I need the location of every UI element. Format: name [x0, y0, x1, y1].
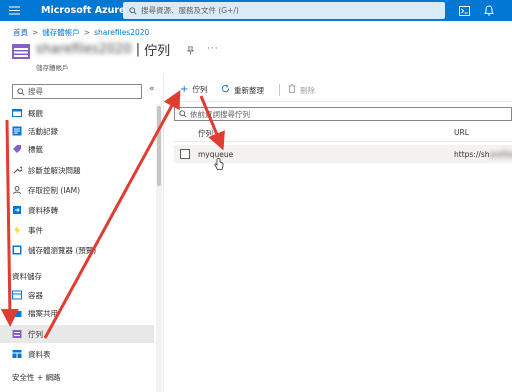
global-search-placeholder: 搜尋資源、服務及文件 (G+/) — [141, 6, 239, 15]
brand-title[interactable]: Microsoft Azure — [41, 5, 126, 16]
sidebar-search-placeholder: 搜尋 — [28, 87, 43, 96]
sidebar-item-iam[interactable]: 存取控制 (IAM) — [0, 181, 154, 199]
section-data-storage: 資料儲存 — [12, 272, 42, 281]
queue-filter-placeholder: 依前置詞搜尋佇列 — [190, 109, 250, 119]
collapse-sidebar-icon[interactable]: « — [149, 84, 155, 94]
sidebar-scroll-thumb[interactable] — [157, 106, 161, 186]
search-icon — [179, 110, 187, 118]
title-separator: | — [135, 42, 141, 57]
tag-icon — [12, 144, 22, 154]
breadcrumb-home[interactable]: 首頁 — [13, 28, 28, 37]
add-queue-button[interactable]: + 佇列 — [180, 84, 207, 95]
sidebar-item-activity-log[interactable]: 活動記錄 — [0, 122, 154, 140]
section-security-network: 安全性 + 網路 — [12, 373, 61, 382]
lightning-icon — [12, 225, 22, 235]
resource-type: 儲存體帳戶 — [36, 64, 69, 72]
add-queue-label: 佇列 — [192, 85, 208, 94]
breadcrumb-account[interactable]: sharefiles2020 — [94, 28, 149, 37]
sidebar-item-label: 檔案共用 — [28, 308, 58, 318]
sidebar-item-label: 活動記錄 — [28, 126, 58, 136]
sidebar-item-data-migration[interactable]: 資料移轉 — [0, 201, 154, 219]
sidebar-item-label: 資料表 — [28, 349, 51, 359]
sidebar-item-label: 存取控制 (IAM) — [28, 185, 81, 195]
sidebar-item-table[interactable]: 資料表 — [0, 345, 154, 363]
plus-icon: + — [180, 84, 189, 95]
search-icon — [17, 87, 25, 96]
breadcrumb: 首頁 > 儲存體帳戶 > sharefiles2020 — [13, 27, 149, 38]
refresh-button[interactable]: 重新整理 — [221, 84, 264, 96]
row-checkbox[interactable] — [180, 149, 190, 159]
iam-icon — [12, 185, 22, 195]
sidebar-item-lightning[interactable]: 事件 — [0, 221, 154, 239]
wrench-icon — [12, 165, 22, 175]
hamburger-icon[interactable] — [0, 0, 28, 21]
storage-explorer-icon — [12, 245, 22, 255]
activity-log-icon — [12, 126, 22, 136]
divider — [163, 74, 164, 392]
container-icon — [12, 290, 22, 300]
storage-account-icon — [12, 44, 30, 59]
blade-title: 佇列 — [144, 44, 171, 59]
search-icon — [129, 6, 137, 15]
sidebar-item-label: 概觀 — [28, 108, 43, 118]
column-header-url[interactable]: URL — [454, 128, 469, 137]
sidebar-item-file-share[interactable]: 檔案共用 — [0, 304, 154, 322]
sidebar-item-label: 佇列 — [28, 329, 43, 339]
refresh-label: 重新整理 — [234, 85, 264, 95]
sidebar-item-wrench[interactable]: 診斷並解決問題 — [0, 161, 154, 179]
sidebar-search-input[interactable]: 搜尋 — [12, 84, 142, 99]
sidebar-item-label: 儲存體瀏覽器 (預覽) — [28, 245, 97, 255]
overview-icon — [12, 108, 22, 118]
pin-icon[interactable] — [186, 46, 195, 58]
url-blurred: arefiles20 — [489, 150, 512, 159]
sidebar-item-storage-explorer[interactable]: 儲存體瀏覽器 (預覽) — [0, 241, 154, 259]
sidebar-item-label: 容器 — [28, 290, 43, 300]
more-options-icon[interactable]: ··· — [207, 44, 219, 54]
delete-label: 刪除 — [300, 85, 315, 95]
url-prefix: https://sh — [454, 150, 490, 159]
column-header-queue[interactable]: 佇列 — [198, 128, 213, 139]
data-migration-icon — [12, 205, 22, 215]
page-title: sharefiles2020 | 佇列 — [36, 40, 170, 59]
command-bar-divider — [170, 101, 512, 102]
queue-url-cell: https://sharefiles20es — [454, 150, 512, 159]
sidebar-item-label: 診斷並解決問題 — [28, 165, 81, 175]
notifications-icon[interactable] — [481, 3, 496, 18]
queue-filter-input[interactable]: 依前置詞搜尋佇列 — [174, 107, 512, 121]
breadcrumb-storage-accounts[interactable]: 儲存體帳戶 — [42, 28, 80, 37]
table-header-divider — [174, 141, 512, 142]
breadcrumb-sep: > — [83, 28, 91, 37]
sidebar-item-label: 事件 — [28, 225, 43, 235]
sidebar-item-queue[interactable]: 佇列 — [0, 325, 154, 343]
refresh-icon — [221, 84, 230, 96]
sidebar-item-label: 資料移轉 — [28, 205, 58, 215]
sidebar-item-tag[interactable]: 標籤 — [0, 140, 154, 158]
global-search-input[interactable]: 搜尋資源、服務及文件 (G+/) — [123, 2, 445, 19]
cloud-shell-icon[interactable] — [457, 3, 472, 18]
delete-button[interactable]: 刪除 — [288, 84, 315, 96]
sidebar-item-overview[interactable]: 概觀 — [0, 104, 154, 122]
trash-icon — [288, 84, 296, 96]
hand-cursor-icon — [214, 158, 224, 170]
command-separator — [279, 84, 280, 96]
account-name-blurred: sharefiles2020 — [36, 42, 132, 57]
queue-icon — [12, 329, 22, 339]
file-share-icon — [12, 308, 22, 318]
breadcrumb-sep: > — [32, 28, 39, 37]
sidebar-item-container[interactable]: 容器 — [0, 286, 154, 304]
sidebar-item-label: 標籤 — [28, 144, 43, 154]
table-icon — [12, 349, 22, 359]
